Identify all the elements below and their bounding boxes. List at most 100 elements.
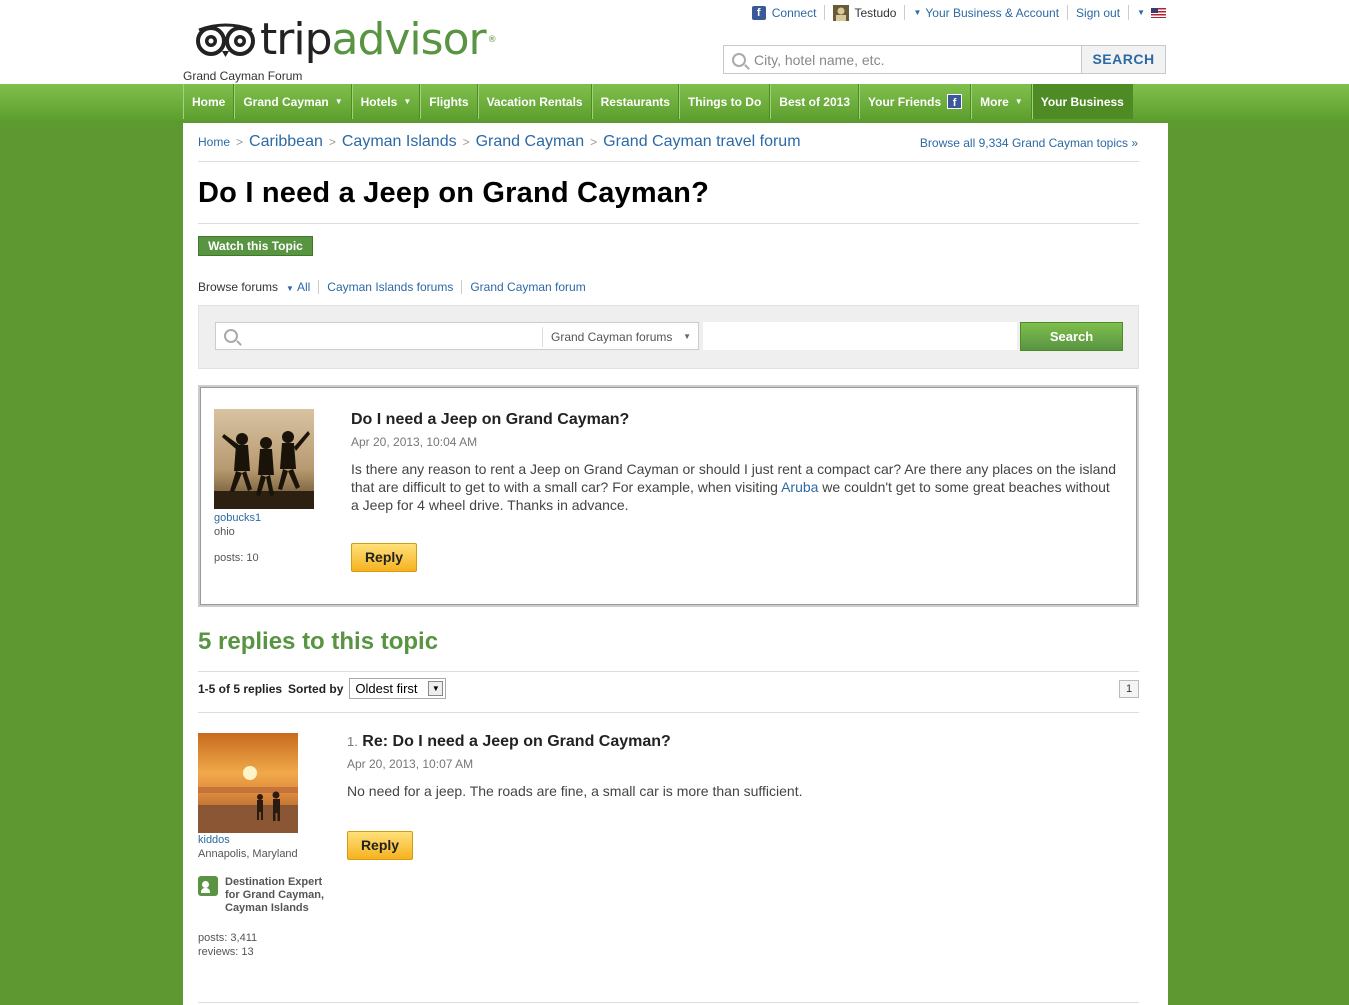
username-link[interactable]: gobucks1 bbox=[214, 512, 261, 524]
search-icon bbox=[732, 52, 746, 67]
post-body: No need for a jeep. The roads are fine, … bbox=[347, 783, 803, 799]
breadcrumb-separator-icon: > bbox=[328, 135, 336, 149]
reply-count: 1-5 of 5 replies bbox=[198, 681, 283, 696]
forum-location-input[interactable] bbox=[703, 322, 1017, 350]
reply-number: 1. bbox=[347, 734, 358, 749]
business-account-label[interactable]: Your Business & Account bbox=[925, 6, 1059, 20]
forum-scope-value: Grand Cayman forums bbox=[551, 330, 673, 344]
connect-link[interactable]: f Connect bbox=[744, 5, 825, 20]
user-post-count: posts: 3,411 bbox=[198, 932, 258, 944]
user-avatar-icon bbox=[833, 4, 850, 21]
main-content: Home > Caribbean > Cayman Islands > Grand Caym… bbox=[183, 123, 1168, 1005]
site-search: City, hotel name, etc. SEARCH bbox=[723, 45, 1166, 74]
nav-item-label: Flights bbox=[429, 94, 469, 109]
divider bbox=[198, 1002, 1139, 1003]
page-title: Do I need a Jeep on Grand Cayman? bbox=[198, 177, 709, 209]
breadcrumb-separator-icon: > bbox=[236, 135, 244, 149]
chevron-down-icon: ▼ bbox=[428, 681, 444, 696]
forum-search-button[interactable]: Search bbox=[1020, 322, 1123, 351]
browse-all-forums-dropdown[interactable]: ▼ All bbox=[286, 280, 318, 294]
post-date: Apr 20, 2013, 10:07 AM bbox=[347, 757, 474, 771]
nav-item-best-of-2013[interactable]: Best of 2013 bbox=[770, 84, 859, 119]
sign-out-link[interactable]: Sign out bbox=[1067, 5, 1128, 20]
chevron-down-icon: ▼ bbox=[1014, 96, 1023, 106]
divider bbox=[198, 671, 1139, 672]
chevron-down-icon: ▼ bbox=[286, 284, 294, 293]
nav-item-flights[interactable]: Flights bbox=[420, 84, 478, 119]
destination-expert-badge: Destination Expert for Grand Cayman, Cay… bbox=[198, 876, 324, 915]
site-header: tripadvisor ® Grand Cayman Forum f Connec… bbox=[0, 0, 1349, 84]
breadcrumb-item-caribbean[interactable]: Caribbean bbox=[249, 133, 323, 151]
expert-line: Destination Expert bbox=[225, 876, 323, 888]
forum-search-input[interactable]: Grand Cayman forums ▼ bbox=[215, 322, 699, 350]
browse-forums-label: Browse forums bbox=[198, 280, 279, 294]
business-account-menu[interactable]: ▼ Your Business & Account bbox=[904, 5, 1067, 20]
nav-item-label: Things to Do bbox=[687, 94, 762, 109]
nav-item-label: Hotels bbox=[360, 94, 398, 109]
reply-button[interactable]: Reply bbox=[351, 543, 417, 572]
watch-topic-button[interactable]: Watch this Topic bbox=[198, 236, 313, 256]
nav-item-label: Home bbox=[192, 94, 226, 109]
nav-item-more[interactable]: More ▼ bbox=[971, 84, 1032, 119]
breadcrumb-item-grand-cayman[interactable]: Grand Cayman bbox=[476, 133, 585, 151]
chevron-down-icon: ▼ bbox=[403, 96, 412, 106]
nav-item-your-friends[interactable]: Your Friends f bbox=[859, 84, 972, 119]
breadcrumb-item-grand-cayman-travel-forum[interactable]: Grand Cayman travel forum bbox=[603, 133, 800, 151]
browse-all-topics-link[interactable]: Browse all 9,334 Grand Cayman topics » bbox=[920, 136, 1138, 150]
browse-all-label: All bbox=[296, 280, 311, 294]
grand-cayman-forum-link[interactable]: Grand Cayman forum bbox=[461, 280, 593, 294]
user-name[interactable]: Testudo bbox=[854, 6, 896, 20]
breadcrumb-item-home[interactable]: Home bbox=[198, 135, 230, 149]
replies-heading: 5 replies to this topic bbox=[198, 628, 439, 655]
top-links: f Connect Testudo ▼ Your Business & Acco… bbox=[744, 4, 1166, 21]
cayman-islands-forums-link[interactable]: Cayman Islands forums bbox=[318, 280, 461, 294]
site-search-input[interactable]: City, hotel name, etc. bbox=[724, 46, 1081, 73]
pagination-page-1[interactable]: 1 bbox=[1119, 680, 1139, 698]
user-location: Annapolis, Maryland bbox=[198, 848, 298, 860]
reply-title: Re: Do I need a Jeep on Grand Cayman? bbox=[362, 733, 671, 750]
reply-button[interactable]: Reply bbox=[347, 831, 413, 860]
facebook-icon: f bbox=[947, 94, 963, 109]
breadcrumb-separator-icon: > bbox=[590, 135, 598, 149]
breadcrumb-item-cayman-islands[interactable]: Cayman Islands bbox=[342, 133, 457, 151]
post-date: Apr 20, 2013, 10:04 AM bbox=[351, 435, 478, 449]
aruba-link[interactable]: Aruba bbox=[781, 479, 818, 495]
divider bbox=[198, 712, 1139, 713]
nav-item-vacation-rentals[interactable]: Vacation Rentals bbox=[477, 84, 592, 119]
breadcrumb-separator-icon: > bbox=[462, 135, 470, 149]
avatar[interactable] bbox=[198, 733, 298, 833]
nav-item-hotels[interactable]: Hotels ▼ bbox=[351, 84, 421, 119]
sort-label: Sorted by bbox=[288, 681, 344, 696]
chevron-down-icon: ▼ bbox=[334, 96, 343, 106]
username-link[interactable]: kiddos bbox=[198, 834, 230, 846]
main-nav: Home Grand Cayman ▼ Hotels ▼ Flights Vacation … bbox=[183, 84, 1133, 119]
site-search-button[interactable]: SEARCH bbox=[1081, 46, 1165, 73]
nav-item-label: Grand Cayman bbox=[243, 94, 329, 109]
original-post: gobucks1 ohio posts: 10 Do I need a Jeep… bbox=[198, 385, 1139, 607]
forum-scope-select[interactable]: Grand Cayman forums ▼ bbox=[542, 327, 697, 347]
owl-eyes-icon bbox=[196, 23, 255, 57]
sort-order-value: Oldest first bbox=[355, 681, 418, 696]
nav-item-things-to-do[interactable]: Things to Do bbox=[678, 84, 771, 119]
user-location: ohio bbox=[214, 526, 235, 538]
nav-item-label: Restaurants bbox=[600, 94, 670, 109]
nav-item-your-business[interactable]: Your Business bbox=[1031, 84, 1133, 119]
breadcrumb: Home > Caribbean > Cayman Islands > Grand Caym… bbox=[198, 133, 801, 151]
sort-bar: 1-5 of 5 replies Sorted by Oldest first … bbox=[198, 678, 447, 699]
nav-item-home[interactable]: Home bbox=[183, 84, 235, 119]
connect-label[interactable]: Connect bbox=[772, 6, 817, 20]
search-placeholder: City, hotel name, etc. bbox=[754, 51, 885, 68]
sign-out-label[interactable]: Sign out bbox=[1076, 6, 1120, 20]
divider bbox=[198, 161, 1139, 162]
divider bbox=[198, 223, 1139, 224]
sort-order-select[interactable]: Oldest first ▼ bbox=[349, 678, 447, 699]
locale-selector[interactable]: ▼ bbox=[1128, 5, 1166, 20]
avatar[interactable] bbox=[214, 409, 314, 509]
destination-expert-icon bbox=[198, 876, 218, 896]
nav-item-grand-cayman[interactable]: Grand Cayman ▼ bbox=[234, 84, 352, 119]
us-flag-icon bbox=[1151, 7, 1166, 18]
user-profile-link[interactable]: Testudo bbox=[824, 4, 904, 21]
nav-item-restaurants[interactable]: Restaurants bbox=[591, 84, 679, 119]
nav-item-label: Your Business bbox=[1040, 94, 1124, 109]
tripadvisor-logo[interactable]: tripadvisor ® bbox=[196, 18, 497, 62]
